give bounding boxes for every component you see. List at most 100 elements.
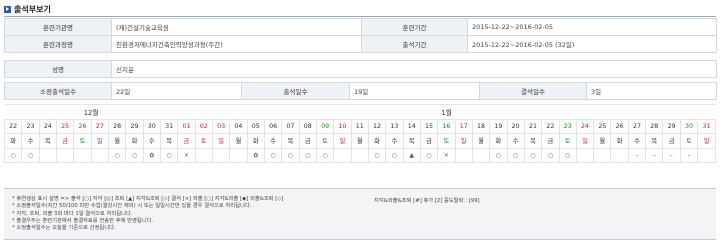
attendance-mark xyxy=(229,147,248,164)
attendance-mark: × xyxy=(177,147,196,164)
attendance-mark: ○ xyxy=(125,147,144,164)
weekday-label: 수 xyxy=(506,133,525,149)
attendance-calendar: 12월 1월 22 23 24 25 26 27 28 29 30 31 01 02 03 04 05 06 07… xyxy=(3,104,716,164)
weekday-label: 일 xyxy=(575,133,595,149)
attendance-mark: - xyxy=(679,147,699,164)
weekday-label: 화 xyxy=(246,133,265,149)
day-number: 09 xyxy=(315,118,335,135)
attendance-mark: ○ xyxy=(159,147,179,164)
mark-row: ○ ○ ○ ○ ✿ ○ × ✿ ○ ○ ○ ○ ○ ○ ▲ ○ × ○ ○ ○ ○ ○ - - - - xyxy=(3,147,716,164)
weekday-label: 토 xyxy=(73,133,92,149)
day-number: 23 xyxy=(21,118,40,135)
day-number: 19 xyxy=(489,118,508,135)
attendance-mark: × xyxy=(437,147,456,164)
section-header: 출석부보기 xyxy=(4,3,51,15)
day-number: 21 xyxy=(523,118,543,135)
day-number: 29 xyxy=(662,118,681,135)
attendance-mark: ○ xyxy=(21,147,40,164)
attendance-mark xyxy=(38,147,57,164)
attendance-mark xyxy=(593,147,612,164)
notes-list: 휴연생상 표시 설명 => 출석 [○] 지각 [◎] 조퇴 [▲] 지각&조퇴… xyxy=(12,196,283,232)
weekday-label: 일 xyxy=(333,133,352,149)
trainee-name-table: 성명 신지윤 xyxy=(4,60,717,78)
weekday-label: 화 xyxy=(3,133,23,149)
course-label: 훈련과정명 xyxy=(4,35,112,53)
day-number: 28 xyxy=(645,118,664,135)
attendance-mark xyxy=(194,147,213,164)
weekday-label: 화 xyxy=(125,133,144,149)
name-value: 신지윤 xyxy=(111,60,717,78)
attendance-mark xyxy=(471,147,491,164)
org-label: 훈련기관명 xyxy=(4,18,112,36)
day-number: 25 xyxy=(593,118,612,135)
weekday-label: 수 xyxy=(385,133,404,149)
day-number: 24 xyxy=(38,118,57,135)
attendance-mark: ○ xyxy=(523,147,543,164)
attendance-mark: ○ xyxy=(541,147,560,164)
day-number: 26 xyxy=(73,118,92,135)
day-number: 02 xyxy=(194,118,213,135)
month-row: 12월 1월 xyxy=(4,104,716,120)
day-number: 23 xyxy=(558,118,577,135)
attendance-mark: ○ xyxy=(367,147,387,164)
day-number: 16 xyxy=(437,118,456,135)
weekday-label: 목 xyxy=(38,133,57,149)
weekday-label: 수 xyxy=(263,133,283,149)
required-days-value: 22일 xyxy=(111,82,242,100)
weekday-label: 토 xyxy=(558,133,577,149)
legend-notes: 휴연생상 표시 설명 => 출석 [○] 지각 [◎] 조퇴 [▲] 지각&조퇴… xyxy=(4,188,716,240)
attendance-mark: ○ xyxy=(385,147,404,164)
name-label: 성명 xyxy=(4,60,112,78)
month-label: 12월 xyxy=(4,104,178,120)
attendance-mark xyxy=(73,147,92,164)
weekday-label: 목 xyxy=(402,133,421,149)
weekday-label: 월 xyxy=(593,133,612,149)
day-number: 18 xyxy=(471,118,491,135)
period-label: 훈련기간 xyxy=(361,18,468,36)
absent-days-label: 결석일수 xyxy=(479,82,587,100)
day-number: 06 xyxy=(263,118,283,135)
day-number: 29 xyxy=(125,118,144,135)
weekday-label: 목 xyxy=(281,133,300,149)
attendance-mark xyxy=(575,147,595,164)
weekday-label: 화 xyxy=(489,133,508,149)
extra-legend: 지각&외출&조퇴 [#] 휴가 [2] 중도탈락 : [99] xyxy=(374,198,480,204)
attendance-mark xyxy=(90,147,109,164)
day-number: 30 xyxy=(679,118,699,135)
attendance-mark xyxy=(333,147,352,164)
day-number: 13 xyxy=(385,118,404,135)
weekday-label: 금 xyxy=(55,133,75,149)
weekday-label: 일 xyxy=(697,133,716,149)
day-number: 17 xyxy=(454,118,473,135)
weekday-label: 목 xyxy=(523,133,543,149)
day-number: 10 xyxy=(333,118,352,135)
course-value: 친환경저에너지건축인력양성과정(주간) xyxy=(111,35,362,53)
attendance-mark xyxy=(55,147,75,164)
attendance-mark xyxy=(610,147,629,164)
weekday-label: 토 xyxy=(437,133,456,149)
weekday-label: 토 xyxy=(679,133,699,149)
attendance-mark: ▲ xyxy=(402,147,421,164)
day-number: 20 xyxy=(506,118,525,135)
day-number: 22 xyxy=(541,118,560,135)
weekday-label: 목 xyxy=(159,133,179,149)
day-number: 08 xyxy=(298,118,317,135)
day-number: 24 xyxy=(575,118,595,135)
attendance-mark: ○ xyxy=(298,147,317,164)
attendance-mark: ✿ xyxy=(142,147,161,164)
day-number: 11 xyxy=(350,118,369,135)
weekday-label: 금 xyxy=(419,133,439,149)
day-number: 12 xyxy=(367,118,387,135)
weekday-label: 토 xyxy=(315,133,335,149)
note-item: 지각, 조퇴, 외출 3회 마다 1일 결석으로 처리됩니다. xyxy=(12,211,283,218)
weekday-label: 금 xyxy=(177,133,196,149)
attendance-mark: ○ xyxy=(3,147,23,164)
weekday-label: 금 xyxy=(662,133,681,149)
attendance-mark xyxy=(697,147,716,164)
weekday-label: 금 xyxy=(541,133,560,149)
attendance-mark xyxy=(211,147,231,164)
day-number: 15 xyxy=(419,118,439,135)
attend-days-label: 출석일수 xyxy=(241,82,350,100)
attendance-mark: ○ xyxy=(489,147,508,164)
attendance-mark: - xyxy=(662,147,681,164)
